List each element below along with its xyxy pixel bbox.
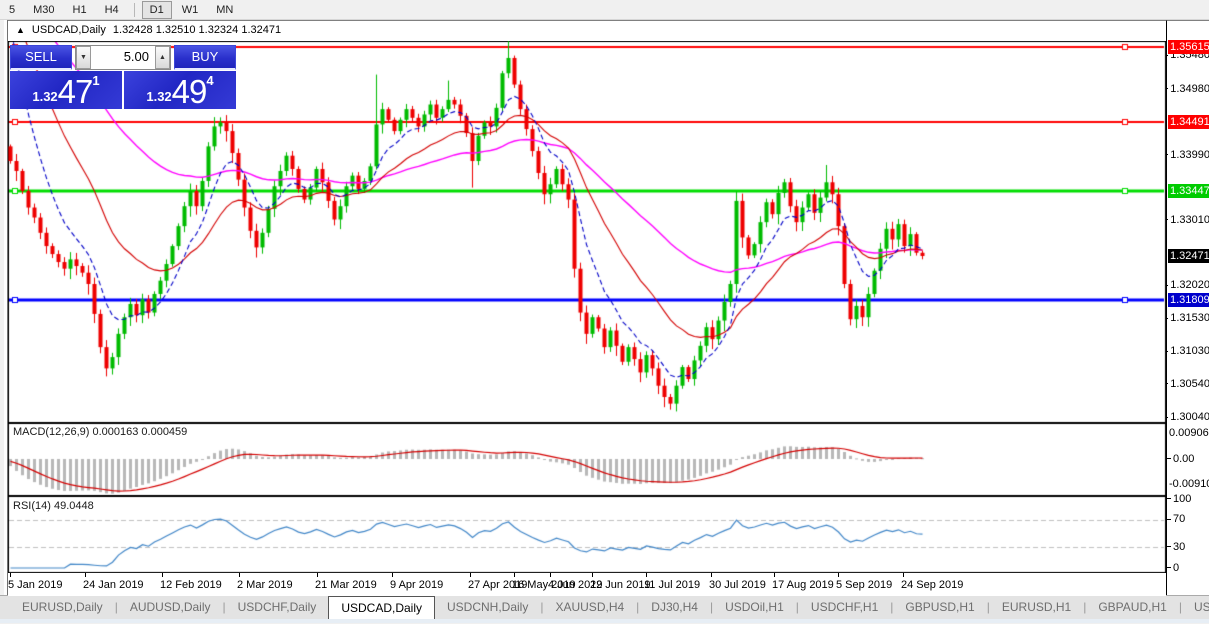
timeframe-button-5[interactable]: 5 [1, 1, 23, 19]
volume-input[interactable]: 5.00 [91, 46, 155, 69]
price-axis-tick: 1.30040 [1167, 411, 1209, 424]
chart-tabs: EURUSD,Daily|AUDUSD,Daily|USDCHF,DailyUS… [0, 595, 1209, 619]
date-axis-label: 22 Jun 2019 [590, 579, 651, 591]
buy-price-digits: 49 [172, 77, 207, 107]
sell-button[interactable]: SELL [10, 45, 72, 70]
price-level-badge: 1.35615 [1168, 40, 1209, 54]
macd-label: MACD(12,26,9) 0.000163 0.000459 [13, 426, 187, 438]
buy-price-prefix: 1.32 [146, 89, 171, 107]
timeframe-button-w1[interactable]: W1 [174, 1, 207, 19]
date-tick-mark [239, 573, 240, 577]
date-axis-label: 24 Jan 2019 [83, 579, 144, 591]
chart-tab-usdoil-h1[interactable]: USDOil,H1 [713, 596, 796, 619]
sell-price-pip: 1 [92, 71, 99, 88]
date-tick-mark [903, 573, 904, 577]
sell-price-prefix: 1.32 [32, 89, 57, 107]
date-axis-label: 5 Jan 2019 [8, 579, 62, 591]
price-axis-tick: 1.32020 [1167, 279, 1209, 292]
window-left-frame [0, 20, 8, 595]
price-level-badge: 1.32471 [1168, 249, 1209, 263]
date-axis-label: 21 Mar 2019 [315, 579, 377, 591]
chart-tab-audusd-daily[interactable]: AUDUSD,Daily [118, 596, 223, 619]
price-axis-tick: 1.33010 [1167, 213, 1209, 226]
date-tick-mark [592, 573, 593, 577]
chart-title: ▲ USDCAD,Daily 1.32428 1.32510 1.32324 1… [16, 24, 281, 36]
date-axis-label: 17 Aug 2019 [772, 579, 834, 591]
date-tick-mark [470, 573, 471, 577]
chart-tab-eurusd-h1[interactable]: EURUSD,H1 [990, 596, 1083, 619]
date-axis-label: 2 Mar 2019 [237, 579, 293, 591]
chart-tab-gbpaud-h1[interactable]: GBPAUD,H1 [1086, 596, 1178, 619]
chart-symbol-label: USDCAD,Daily [32, 24, 106, 36]
price-axis-tick: 1.33990 [1167, 148, 1209, 161]
price-level-badge: 1.31809 [1168, 293, 1209, 307]
date-tick-mark [317, 573, 318, 577]
volume-increase-icon[interactable]: ▲ [155, 46, 170, 69]
date-tick-mark [392, 573, 393, 577]
date-axis[interactable]: 5 Jan 2019 24 Jan 2019 12 Feb 2019 2 Mar 20… [8, 573, 1166, 596]
rsi-label: RSI(14) 49.0448 [13, 500, 94, 512]
date-axis-label: 5 Sep 2019 [836, 579, 892, 591]
chart-tab-usdcad-daily[interactable]: USDCAD,Daily [328, 596, 435, 619]
date-axis-label: 30 Jul 2019 [709, 579, 766, 591]
date-tick-mark [550, 573, 551, 577]
chart-tab-xauusd-h4[interactable]: XAUUSD,H4 [543, 596, 636, 619]
date-tick-mark [711, 573, 712, 577]
macd-axis-tick: -0.00910 [1167, 478, 1209, 491]
sell-price-button[interactable]: 1.32471 [10, 71, 122, 109]
chart-tab-usdcnh-daily[interactable]: USDCNH,Daily [435, 596, 540, 619]
price-level-badge: 1.33447 [1168, 184, 1209, 198]
price-axis-tick: 1.34980 [1167, 82, 1209, 95]
price-axis-tick: 1.31530 [1167, 312, 1209, 325]
timeframe-button-h1[interactable]: H1 [65, 1, 95, 19]
chart-tab-eurusd-daily[interactable]: EURUSD,Daily [10, 596, 115, 619]
sell-price-digits: 47 [58, 77, 93, 107]
toolbar-divider [134, 3, 135, 17]
timeframe-button-m30[interactable]: M30 [25, 1, 62, 19]
date-tick-mark [162, 573, 163, 577]
date-axis-label: 24 Sep 2019 [901, 579, 963, 591]
rsi-axis-tick: 100 [1167, 492, 1209, 505]
timeframe-button-d1[interactable]: D1 [142, 1, 172, 19]
price-level-badge: 1.34491 [1168, 115, 1209, 129]
macd-axis-tick: 0.00 [1167, 452, 1209, 465]
date-axis-label: 12 Feb 2019 [160, 579, 222, 591]
price-axis[interactable]: 1.354801.349801.339901.330101.320201.315… [1166, 20, 1209, 595]
volume-stepper: ▼ 5.00 ▲ [75, 45, 171, 70]
rsi-indicator-canvas[interactable] [8, 496, 1166, 573]
rsi-axis-tick: 0 [1167, 561, 1209, 574]
chart-tab-usdchf-daily[interactable]: USDCHF,Daily [226, 596, 329, 619]
date-tick-mark [774, 573, 775, 577]
buy-price-button[interactable]: 1.32494 [124, 71, 236, 109]
macd-axis-tick: 0.009062 [1167, 426, 1209, 439]
rsi-axis-tick: 70 [1167, 513, 1209, 526]
buy-button[interactable]: BUY [174, 45, 236, 70]
date-tick-mark [10, 573, 11, 577]
chart-window: ▲ USDCAD,Daily 1.32428 1.32510 1.32324 1… [8, 20, 1166, 595]
timeframe-toolbar: 5M30H1H4 D1W1MN [0, 0, 1209, 20]
timeframe-button-h4[interactable]: H4 [97, 1, 127, 19]
date-tick-mark [646, 573, 647, 577]
date-axis-label: 9 Apr 2019 [390, 579, 443, 591]
price-axis-tick: 1.31030 [1167, 345, 1209, 358]
window-bottom-edge [0, 619, 1209, 623]
timeframe-button-mn[interactable]: MN [208, 1, 241, 19]
chart-ohlc-values: 1.32428 1.32510 1.32324 1.32471 [113, 24, 281, 36]
volume-decrease-icon[interactable]: ▼ [76, 46, 91, 69]
chart-tab-gbpusd-h1[interactable]: GBPUSD,H1 [893, 596, 986, 619]
one-click-trading-panel: SELL ▼ 5.00 ▲ BUY 1.32471 1.32494 [10, 45, 236, 109]
date-tick-mark [838, 573, 839, 577]
buy-price-pip: 4 [206, 71, 213, 88]
date-tick-mark [514, 573, 515, 577]
date-tick-mark [85, 573, 86, 577]
mt4-window: 5M30H1H4 D1W1MN ▲ USDCAD,Daily 1.32428 1.… [0, 0, 1209, 624]
collapse-triangle-icon[interactable]: ▲ [16, 25, 25, 35]
price-axis-tick: 1.30540 [1167, 377, 1209, 390]
date-axis-label: 11 Jul 2019 [644, 579, 700, 591]
chart-tab-usdjp[interactable]: USDJP [1182, 596, 1209, 619]
chart-tab-dj30-h4[interactable]: DJ30,H4 [639, 596, 710, 619]
chart-tab-usdchf-h1[interactable]: USDCHF,H1 [799, 596, 890, 619]
rsi-axis-tick: 30 [1167, 540, 1209, 553]
